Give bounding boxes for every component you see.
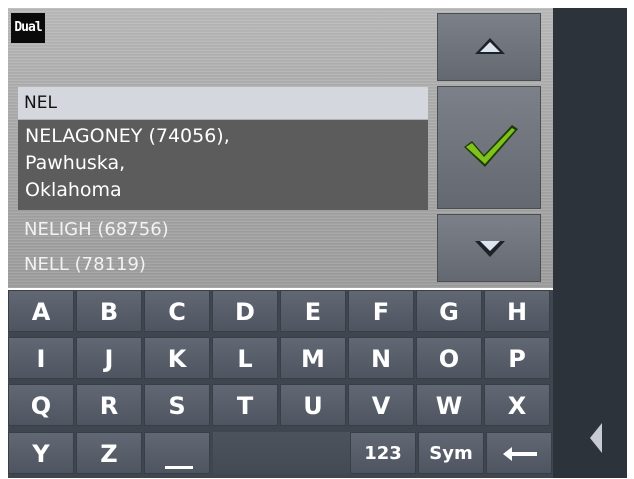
space-key[interactable] bbox=[144, 432, 210, 474]
key-i[interactable]: I bbox=[8, 337, 74, 379]
key-y[interactable]: Y bbox=[8, 432, 74, 474]
key-j[interactable]: J bbox=[76, 337, 142, 379]
result-item[interactable]: NELL (78119) bbox=[24, 251, 146, 279]
key-e[interactable]: E bbox=[280, 290, 346, 332]
scroll-down-button[interactable] bbox=[437, 214, 541, 282]
result-line-1: NELAGONEY (74056), bbox=[25, 125, 230, 147]
key-m[interactable]: M bbox=[280, 337, 346, 379]
key-d[interactable]: D bbox=[212, 290, 278, 332]
key-t[interactable]: T bbox=[212, 384, 278, 426]
side-panel bbox=[553, 8, 627, 478]
keyboard-spacer bbox=[213, 432, 350, 474]
key-w[interactable]: W bbox=[416, 384, 482, 426]
result-line-3: Oklahoma bbox=[25, 179, 122, 201]
scroll-up-button[interactable] bbox=[437, 13, 541, 81]
key-v[interactable]: V bbox=[348, 384, 414, 426]
triangle-down-icon bbox=[475, 241, 505, 257]
key-f[interactable]: F bbox=[348, 290, 414, 332]
key-b[interactable]: B bbox=[76, 290, 142, 332]
confirm-button[interactable] bbox=[437, 86, 541, 209]
search-input[interactable]: NEL bbox=[18, 87, 428, 119]
key-k[interactable]: K bbox=[144, 337, 210, 379]
key-n[interactable]: N bbox=[348, 337, 414, 379]
key-o[interactable]: O bbox=[416, 337, 482, 379]
key-l[interactable]: L bbox=[212, 337, 278, 379]
symbols-key[interactable]: Sym bbox=[418, 432, 484, 474]
key-z[interactable]: Z bbox=[76, 432, 142, 474]
result-line-2: Pawhuska, bbox=[25, 152, 126, 174]
key-c[interactable]: C bbox=[144, 290, 210, 332]
backspace-key[interactable] bbox=[486, 432, 552, 474]
backspace-arrow-icon bbox=[503, 447, 537, 461]
space-icon bbox=[165, 466, 193, 469]
result-item-selected[interactable]: NELAGONEY (74056), Pawhuska, Oklahoma bbox=[18, 120, 428, 210]
triangle-up-icon bbox=[475, 38, 505, 54]
key-x[interactable]: X bbox=[484, 384, 550, 426]
result-item[interactable]: NELIGH (68756) bbox=[24, 216, 169, 244]
back-arrow-icon[interactable] bbox=[590, 423, 602, 453]
numeric-key[interactable]: 123 bbox=[350, 432, 416, 474]
key-a[interactable]: A bbox=[8, 290, 74, 332]
key-s[interactable]: S bbox=[144, 384, 210, 426]
key-p[interactable]: P bbox=[484, 337, 550, 379]
check-icon bbox=[464, 125, 518, 167]
navigation-screen: Dual NEL NELAGONEY (74056), Pawhuska, Ok… bbox=[0, 0, 634, 479]
key-u[interactable]: U bbox=[280, 384, 346, 426]
key-h[interactable]: H bbox=[484, 290, 550, 332]
key-q[interactable]: Q bbox=[8, 384, 74, 426]
key-g[interactable]: G bbox=[416, 290, 482, 332]
brand-logo: Dual bbox=[11, 13, 45, 43]
key-r[interactable]: R bbox=[76, 384, 142, 426]
